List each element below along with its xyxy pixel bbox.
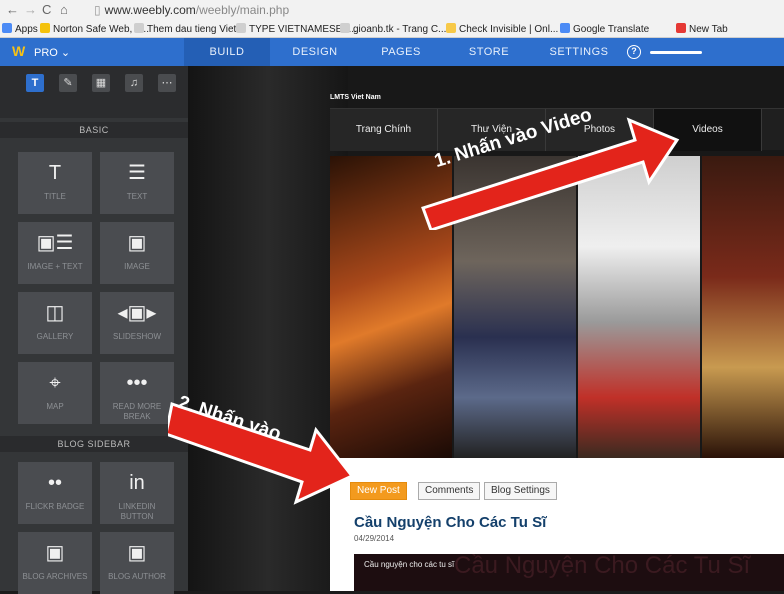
bookmark-label: Them dau tieng Viet — [147, 24, 237, 35]
element-icon: ⌖ — [49, 372, 61, 394]
publish-progress — [650, 51, 702, 54]
section-header-basic: BASIC — [0, 122, 188, 138]
pen-tool-icon[interactable]: ✎ — [59, 74, 77, 92]
video-label: Cầu nguyện cho các tu sĩ — [364, 560, 455, 569]
element-label: SLIDESHOW — [112, 332, 161, 341]
plan-dropdown[interactable]: PRO ⌄ — [34, 46, 70, 59]
element-icon: ▣ — [127, 542, 147, 564]
bookmark-item[interactable]: TYPE VIETNAMESE -... — [236, 23, 357, 36]
element-icon: T — [48, 162, 62, 184]
bookmark-icon — [236, 23, 246, 33]
more-tool-icon[interactable]: ⋯ — [158, 74, 176, 92]
browser-nav-row: ← → C ⌂ ▯ www.weebly.com/weebly/main.php — [0, 0, 784, 20]
bookmark-item[interactable]: Norton Safe Web, fr... — [40, 23, 149, 36]
bookmark-label: Google Translate — [573, 24, 650, 35]
weebly-logo[interactable]: W — [12, 43, 25, 59]
bookmarks-bar: Apps Norton Safe Web, fr... Them dau tieng… — [0, 21, 784, 38]
element-gallery[interactable]: ◫ GALLERY — [18, 292, 92, 354]
element-icon: ☰ — [128, 162, 146, 184]
bookmark-item[interactable]: Check Invisible | Onl... — [446, 23, 558, 36]
bookmark-label: New Tab — [689, 24, 728, 35]
browser-chrome: ← → C ⌂ ▯ www.weebly.com/weebly/main.php … — [0, 0, 784, 38]
page-icon: ▯ — [94, 3, 101, 17]
element-icon: ••• — [126, 372, 148, 394]
post-button-comments[interactable]: Comments — [418, 482, 481, 500]
bookmark-item[interactable]: Them dau tieng Viet — [134, 23, 236, 36]
bookmark-icon — [340, 23, 350, 33]
section-header-blog: BLOG SIDEBAR — [0, 436, 188, 452]
element-label: BLOG ARCHIVES — [22, 572, 88, 581]
element-icon: ▣ — [45, 542, 65, 564]
bookmark-item[interactable]: New Tab — [676, 23, 728, 36]
element-read-more-break[interactable]: ••• READ MORE BREAK — [100, 362, 174, 424]
element-blog-author[interactable]: ▣ BLOG AUTHOR — [100, 532, 174, 594]
post-button-new-post[interactable]: New Post — [350, 482, 407, 500]
elements-sidebar: T ✎ ▦ ♫ ⋯ BASIC T TITLE ☰ TEXT ▣☰ IMAGE + TEXT ▣ IM… — [0, 66, 188, 594]
weebly-topbar: W PRO ⌄ BUILD DESIGN PAGES STORE SETTINGS ? — [0, 38, 784, 66]
bookmark-icon — [40, 23, 50, 33]
editor-tab-pages[interactable]: PAGES — [359, 38, 443, 66]
bookmark-icon — [134, 23, 144, 33]
media-tool-icon[interactable]: ♫ — [125, 74, 143, 92]
element-label: GALLERY — [36, 332, 74, 341]
element-icon: in — [129, 472, 145, 494]
element-icon: ▣☰ — [36, 232, 74, 254]
element-icon: ◂▣▸ — [117, 302, 157, 324]
post-button-blog-settings[interactable]: Blog Settings — [484, 482, 557, 500]
element-label: IMAGE — [124, 262, 150, 271]
element-label: READ MORE BREAK — [112, 402, 162, 421]
bookmark-label: gioanb.tk - Trang C... — [353, 24, 447, 35]
editor-tab-settings[interactable]: SETTINGS — [535, 38, 623, 66]
site-name: LMTS Viet Nam — [330, 94, 381, 101]
home-icon[interactable]: ⌂ — [60, 2, 68, 18]
bookmark-icon — [446, 23, 456, 33]
help-icon[interactable]: ? — [627, 45, 641, 59]
bookmark-icon — [560, 23, 570, 33]
element-image[interactable]: ▣ IMAGE — [100, 222, 174, 284]
back-icon[interactable]: ← — [6, 2, 19, 18]
element-flickr-badge[interactable]: •• FLICKR BADGE — [18, 462, 92, 524]
editor-tab-design[interactable]: DESIGN — [272, 38, 358, 66]
bookmark-label: Apps — [15, 24, 38, 35]
post-date: 04/29/2014 — [354, 534, 395, 543]
element-label: BLOG AUTHOR — [108, 572, 166, 581]
bookmark-item[interactable]: gioanb.tk - Trang C... — [340, 23, 446, 36]
banner-icon-image — [702, 156, 784, 458]
element-label: TEXT — [126, 192, 148, 201]
element-icon: •• — [47, 472, 62, 494]
video-embed[interactable]: Cầu Nguyện Cho Các Tu Sĩ Cầu nguyện cho … — [354, 552, 784, 591]
element-text[interactable]: ☰ TEXT — [100, 152, 174, 214]
bookmark-icon — [2, 23, 12, 33]
url-path: /weebly/main.php — [195, 3, 290, 17]
sidebar-toolbar: T ✎ ▦ ♫ ⋯ — [0, 66, 188, 118]
bookmark-item[interactable]: Apps — [2, 23, 38, 36]
forward-icon[interactable]: → — [24, 2, 37, 18]
element-label: FLICKR BADGE — [25, 502, 85, 511]
element-icon: ▣ — [127, 232, 147, 254]
element-map[interactable]: ⌖ MAP — [18, 362, 92, 424]
element-image-text[interactable]: ▣☰ IMAGE + TEXT — [18, 222, 92, 284]
element-label: IMAGE + TEXT — [27, 262, 83, 271]
bookmark-item[interactable]: Google Translate — [560, 23, 649, 36]
bookmark-icon — [676, 23, 686, 33]
layout-tool-icon[interactable]: ▦ — [92, 74, 110, 92]
element-icon: ◫ — [45, 302, 65, 324]
url-host: www.weebly.com — [104, 3, 196, 17]
editor-tab-build[interactable]: BUILD — [184, 38, 270, 66]
element-linkedin-button[interactable]: in LINKEDIN BUTTON — [100, 462, 174, 524]
element-title[interactable]: T TITLE — [18, 152, 92, 214]
post-title[interactable]: Cầu Nguyện Cho Các Tu Sĩ — [354, 514, 546, 531]
bookmark-label: Check Invisible | Onl... — [459, 24, 559, 35]
blog-content: New Post Comments Blog Settings Cầu Nguyện… — [330, 458, 784, 591]
element-slideshow[interactable]: ◂▣▸ SLIDESHOW — [100, 292, 174, 354]
video-overlay-title: Cầu Nguyện Cho Các Tu Sĩ — [454, 552, 751, 579]
element-label: MAP — [46, 402, 64, 411]
reload-icon[interactable]: C — [42, 2, 51, 18]
text-tool-icon[interactable]: T — [26, 74, 44, 92]
element-label: LINKEDIN BUTTON — [118, 502, 156, 521]
editor-tab-store[interactable]: STORE — [444, 38, 534, 66]
element-label: TITLE — [44, 192, 66, 201]
address-bar[interactable]: ▯ www.weebly.com/weebly/main.php — [94, 2, 754, 18]
element-blog-archives[interactable]: ▣ BLOG ARCHIVES — [18, 532, 92, 594]
